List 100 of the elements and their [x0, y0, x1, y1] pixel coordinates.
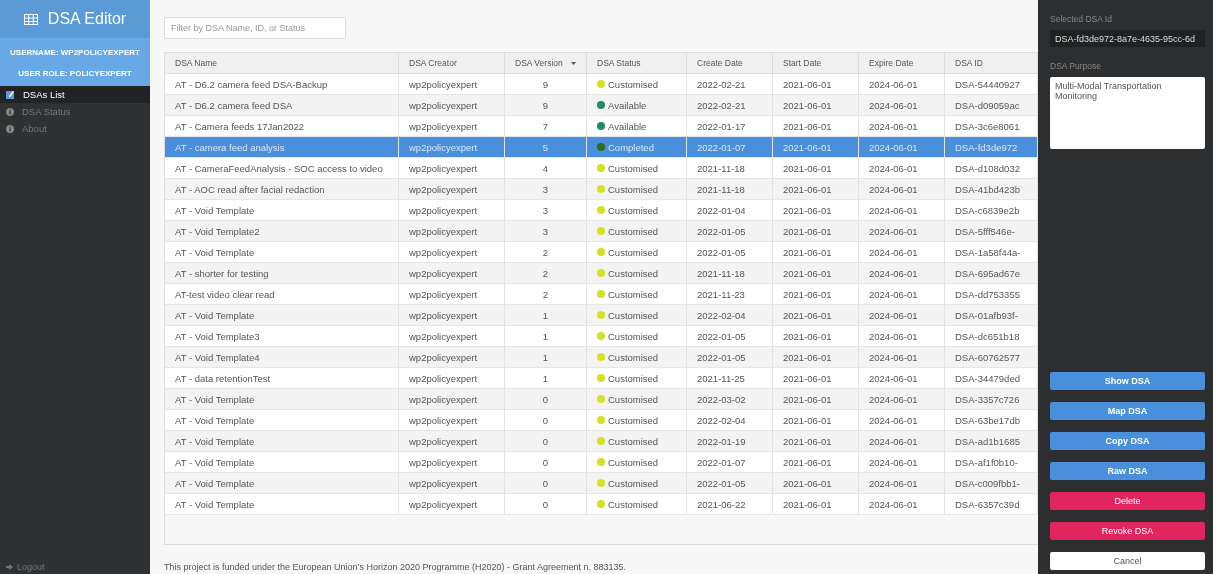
status-text: Customised	[608, 477, 659, 489]
table-cell: 1	[505, 368, 587, 389]
info-icon	[6, 124, 14, 133]
table-cell: 2024-06-01	[859, 494, 945, 515]
table-cell: AT-test video clear read	[165, 284, 399, 305]
column-header[interactable]: Create Date	[687, 53, 773, 74]
table-cell: 9	[505, 74, 587, 95]
field-label: DSA Purpose	[1050, 61, 1103, 71]
table-cell: 2021-06-01	[773, 431, 859, 452]
table-cell: 2021-06-22	[687, 494, 773, 515]
table-cell: DSA-c009fbb1-	[945, 473, 1038, 494]
status-text: Completed	[608, 141, 654, 153]
table-cell: DSA-af1f0b10-	[945, 452, 1038, 473]
table-cell: 2021-06-01	[773, 137, 859, 158]
table-cell: 2024-06-01	[859, 326, 945, 347]
table-cell: 2024-06-01	[859, 200, 945, 221]
table-cell: AT - Void Template	[165, 305, 399, 326]
table-cell: 0	[505, 410, 587, 431]
table-cell: 2021-06-01	[773, 263, 859, 284]
table-cell: 2024-06-01	[859, 368, 945, 389]
status-text: Customised	[608, 288, 659, 300]
table-cell: AT - Void Template4	[165, 347, 399, 368]
table-cell: 2021-11-25	[687, 368, 773, 389]
action-button[interactable]: Cancel	[1050, 552, 1205, 570]
table-cell: DSA-ad1b1685	[945, 431, 1038, 452]
table-cell: wp2policyexpert	[399, 284, 505, 305]
table-cell: wp2policyexpert	[399, 74, 505, 95]
table-cell: DSA-41bd423b	[945, 179, 1038, 200]
table-cell: 2022-01-19	[687, 431, 773, 452]
table-cell: 2022-02-04	[687, 410, 773, 431]
table-cell: AT - Void Template2	[165, 221, 399, 242]
table-cell: wp2policyexpert	[399, 179, 505, 200]
table-cell: wp2policyexpert	[399, 368, 505, 389]
status-text: Customised	[608, 78, 659, 90]
table-cell: AT - Void Template	[165, 452, 399, 473]
table-cell: 2024-06-01	[859, 242, 945, 263]
status-text: Customised	[608, 351, 659, 363]
table-cell: 2024-06-01	[859, 305, 945, 326]
table-cell: 2021-11-23	[687, 284, 773, 305]
column-header[interactable]: Start Date	[773, 53, 859, 74]
table-cell: DSA-34479ded	[945, 368, 1038, 389]
status-text: Customised	[608, 246, 659, 258]
table-cell: 1	[505, 347, 587, 368]
table-cell: AT - Void Template	[165, 389, 399, 410]
status-text: Customised	[608, 456, 659, 468]
table-cell: DSA-d09059ac	[945, 95, 1038, 116]
table-cell: 2021-06-01	[773, 74, 859, 95]
table-cell: 2022-01-05	[687, 326, 773, 347]
table-cell: 2021-06-01	[773, 158, 859, 179]
table-cell: 2021-06-01	[773, 410, 859, 431]
status-text: Customised	[608, 267, 659, 279]
table-cell: wp2policyexpert	[399, 263, 505, 284]
table-cell: 2024-06-01	[859, 347, 945, 368]
table-cell: 2024-06-01	[859, 452, 945, 473]
table-cell: DSA-01afb93f-	[945, 305, 1038, 326]
table-cell: 2022-01-07	[687, 137, 773, 158]
table-cell: 2022-03-02	[687, 389, 773, 410]
table-cell: 0	[505, 473, 587, 494]
status-text: Customised	[608, 309, 659, 321]
table-cell: 2024-06-01	[859, 473, 945, 494]
column-header[interactable]: DSA Version	[505, 53, 587, 74]
action-button[interactable]: Delete	[1050, 492, 1205, 510]
column-header[interactable]: DSA ID	[945, 53, 1038, 74]
table-cell: 2021-06-01	[773, 221, 859, 242]
status-text: Customised	[608, 498, 659, 510]
column-header[interactable]: DSA Creator	[399, 53, 505, 74]
table-cell: DSA-fd3de972	[945, 137, 1038, 158]
table-cell: 2022-01-07	[687, 452, 773, 473]
logout-icon	[6, 564, 13, 570]
sidebar-item[interactable]: DSAs List	[0, 86, 150, 103]
table-cell: 0	[505, 494, 587, 515]
table-cell: 3	[505, 200, 587, 221]
purpose-field[interactable]: Multi-Modal Transportation Monitoring	[1050, 77, 1205, 149]
table-cell: AT - Camera feeds 17Jan2022	[165, 116, 399, 137]
status-text: Available	[608, 120, 647, 132]
table-cell: AT - Void Template	[165, 431, 399, 452]
table-cell: 2021-06-01	[773, 242, 859, 263]
table-cell: wp2policyexpert	[399, 137, 505, 158]
table-cell: 2	[505, 242, 587, 263]
column-header[interactable]: DSA Status	[587, 53, 687, 74]
table-cell: AT - CameraFeedAnalysis - SOC access to video	[165, 158, 399, 179]
filter-field[interactable]: Filter by DSA Name, ID, or Status	[164, 17, 346, 39]
info-icon	[6, 107, 14, 116]
table-cell: 2022-01-05	[687, 221, 773, 242]
table-cell: AT - Void Template	[165, 242, 399, 263]
table-cell: 2024-06-01	[859, 179, 945, 200]
status-text: Customised	[608, 393, 659, 405]
table-cell: wp2policyexpert	[399, 116, 505, 137]
status-text: Customised	[608, 330, 659, 342]
column-header[interactable]: Expire Date	[859, 53, 945, 74]
table-cell: 2022-01-17	[687, 116, 773, 137]
column-header[interactable]: DSA Name	[165, 53, 399, 74]
selected-id-field[interactable]: DSA-fd3de972-8a7e-4635-95cc-6d	[1050, 30, 1205, 47]
username-text: USERNAME: WP2POLICYEXPERT	[10, 48, 140, 57]
action-button[interactable]: Revoke DSA	[1050, 522, 1205, 540]
table-cell: 3	[505, 179, 587, 200]
table-cell: 4	[505, 158, 587, 179]
table-cell: 0	[505, 431, 587, 452]
table-cell: wp2policyexpert	[399, 431, 505, 452]
table-cell: AT - camera feed analysis	[165, 137, 399, 158]
